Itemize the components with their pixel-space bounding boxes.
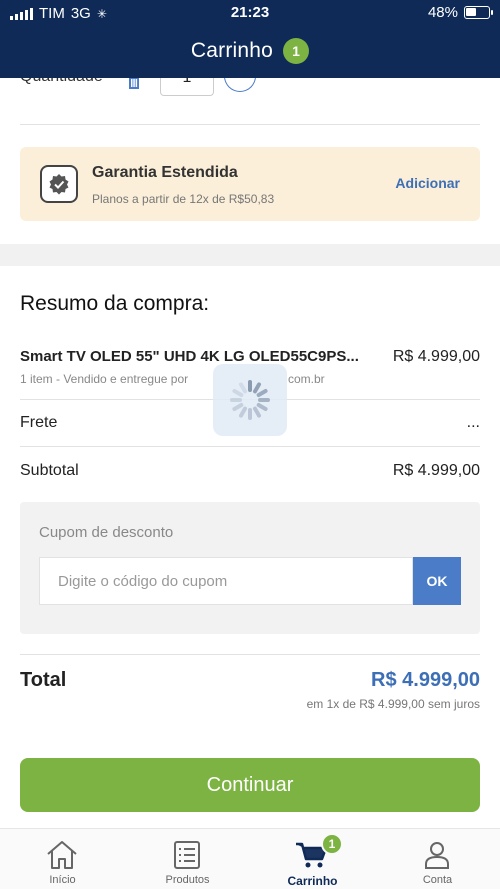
- shipping-value: ...: [466, 414, 480, 431]
- shipping-label: Frete: [20, 414, 58, 431]
- nav-item-inicio[interactable]: Início: [0, 829, 125, 889]
- cart-item-row: Quantidade 1: [0, 78, 500, 124]
- total-value: R$ 4.999,00: [371, 669, 480, 691]
- add-warranty-button[interactable]: Adicionar: [395, 175, 460, 191]
- product-price: R$ 4.999,00: [392, 348, 480, 365]
- spinner-icon: [230, 380, 270, 420]
- installment-note: em 1x de R$ 4.999,00 sem juros: [306, 697, 480, 711]
- status-bar: TIM 3G ✳ 21:23 48%: [0, 0, 500, 26]
- loading-spinner: [213, 364, 287, 436]
- seller-info: 1 item - Vendido e entregue por: [20, 372, 189, 386]
- increase-quantity-button[interactable]: [224, 78, 256, 92]
- nav-label: Carrinho: [287, 874, 338, 888]
- coupon-section: Cupom de desconto OK: [20, 502, 480, 634]
- shield-check-icon: [40, 165, 78, 203]
- battery-icon: [464, 6, 493, 19]
- subtotal-label: Subtotal: [20, 462, 79, 479]
- app-header: TIM 3G ✳ 21:23 48% Carrinho 1: [0, 0, 500, 78]
- apply-coupon-button[interactable]: OK: [413, 557, 461, 605]
- coupon-label: Cupom de desconto: [39, 524, 174, 541]
- quantity-label: Quantidade: [20, 78, 103, 86]
- page-title: Carrinho: [190, 39, 274, 62]
- nav-label: Conta: [422, 874, 453, 886]
- warranty-title: Garantia Estendida: [92, 164, 238, 181]
- continue-button[interactable]: Continuar: [20, 758, 480, 812]
- subtotal-row: Subtotal R$ 4.999,00: [20, 462, 480, 480]
- nav-label: Produtos: [165, 874, 210, 886]
- home-icon: [47, 841, 77, 869]
- battery-percent: 48%: [427, 4, 458, 21]
- subtotal-value: R$ 4.999,00: [392, 462, 480, 479]
- product-name: Smart TV OLED 55" UHD 4K LG OLED55C9PS..…: [20, 348, 359, 365]
- divider: [20, 124, 480, 125]
- extended-warranty-card: Garantia Estendida Planos a partir de 12…: [20, 147, 480, 221]
- section-separator: [0, 244, 500, 266]
- warranty-subtitle: Planos a partir de 12x de R$50,83: [92, 192, 275, 206]
- user-icon: [425, 842, 449, 869]
- divider: [20, 654, 480, 655]
- nav-label: Início: [49, 874, 76, 886]
- trash-icon[interactable]: [127, 78, 141, 89]
- coupon-input[interactable]: [39, 557, 413, 605]
- total-label: Total: [20, 669, 67, 691]
- nav-item-produtos[interactable]: Produtos: [125, 829, 250, 889]
- summary-title: Resumo da compra:: [20, 292, 210, 315]
- list-icon: [174, 841, 200, 869]
- seller-info-suffix: com.br: [288, 372, 325, 386]
- cart-count-badge: 1: [283, 38, 310, 64]
- quantity-input[interactable]: 1: [160, 78, 214, 96]
- clock: 21:23: [230, 4, 270, 21]
- nav-item-conta[interactable]: Conta: [375, 829, 500, 889]
- nav-item-carrinho[interactable]: 1 Carrinho: [250, 829, 375, 889]
- bottom-nav: Início Produtos 1 Carrinho Conta: [0, 828, 500, 889]
- cart-badge: 1: [321, 833, 343, 855]
- divider: [20, 446, 480, 447]
